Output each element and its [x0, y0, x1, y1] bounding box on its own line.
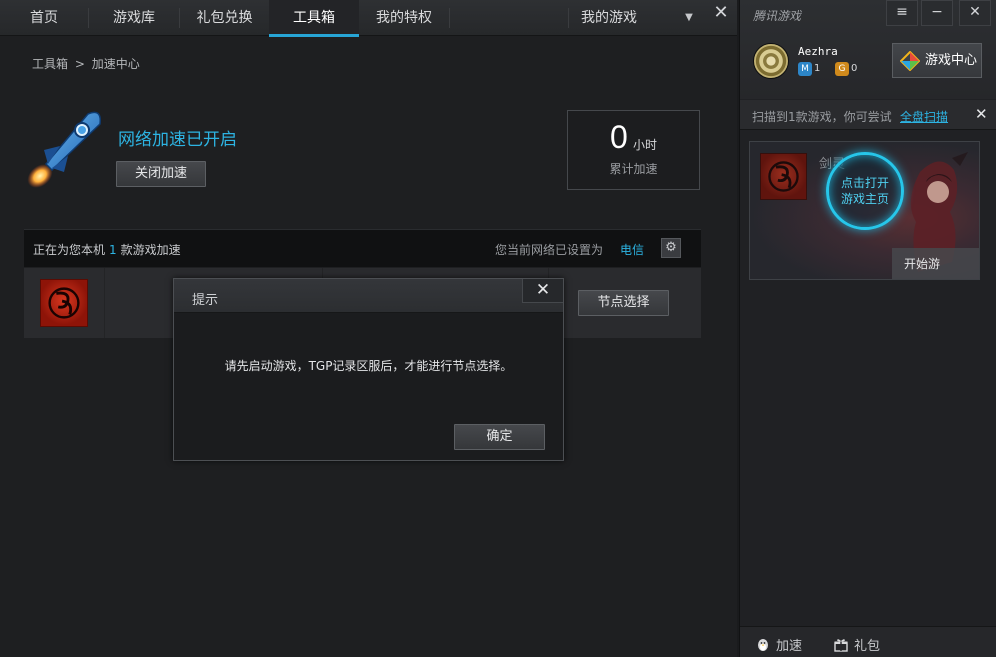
blade-and-soul-game-icon — [40, 279, 88, 327]
full-scan-link[interactable]: 全盘扫描 — [900, 108, 948, 125]
tab-gift-exchange[interactable]: 礼包兑换 — [180, 0, 269, 36]
disable-acceleration-button[interactable]: 关闭加速 — [116, 161, 206, 187]
avatar[interactable] — [753, 43, 789, 79]
node-select-button[interactable]: 节点选择 — [578, 290, 669, 316]
coin-value: 0 — [851, 63, 858, 74]
open-homepage-line2: 游戏主页 — [840, 192, 889, 206]
tab-game-library[interactable]: 游戏库 — [89, 0, 179, 36]
hours-label: 累计加速 — [609, 162, 658, 176]
nav-divider — [449, 8, 450, 28]
accumulated-hours-box: 0 小时 累计加速 — [567, 110, 700, 190]
hours-value: 0 — [610, 119, 628, 155]
tab-home[interactable]: 首页 — [0, 0, 88, 36]
dialog-title: 提示 — [192, 293, 219, 308]
accel-prefix: 正在为您本机 — [33, 243, 106, 257]
close-icon[interactable]: ✕ — [959, 0, 991, 26]
accel-suffix: 款游戏加速 — [120, 243, 181, 257]
penguin-icon — [758, 639, 768, 651]
close-icon[interactable]: ✕ — [708, 0, 734, 28]
start-game-button[interactable]: 开始游戏❯❯ — [892, 248, 979, 279]
footer-accelerate[interactable]: 加速 — [756, 635, 802, 654]
tab-my-games[interactable]: 我的游戏 — [569, 0, 649, 36]
sidebar: 腾讯游戏 ≡ − ✕ Aezhra M1 G0 游戏中心 扫描到1款游戏，你可尝… — [739, 0, 996, 657]
level-value: 1 — [814, 63, 821, 74]
coin-icon: G — [835, 62, 849, 76]
game-center-label: 游戏中心 — [925, 53, 978, 68]
sidebar-footer: 加速 礼包 — [740, 626, 996, 657]
open-game-homepage-button[interactable]: 点击打开 游戏主页 — [826, 152, 904, 230]
chevron-down-icon[interactable]: ▼ — [678, 0, 700, 36]
level-badge: M1 — [798, 62, 820, 76]
blade-and-soul-game-icon — [760, 153, 807, 200]
acceleration-status: 网络加速已开启 — [118, 130, 237, 150]
username[interactable]: Aezhra — [798, 45, 838, 58]
game-center-button[interactable]: 游戏中心 — [892, 43, 982, 78]
scan-notice: 扫描到1款游戏，你可尝试 全盘扫描 ✕ — [740, 100, 996, 130]
dialog-message: 请先启动游戏，TGP记录区服后，才能进行节点选择。 — [224, 359, 513, 373]
breadcrumb-current: 加速中心 — [91, 57, 140, 71]
gift-icon — [834, 639, 848, 652]
gear-icon[interactable]: ⚙ — [661, 238, 681, 258]
game-promo-card[interactable]: 剑灵 点击打开 游戏主页 开始游戏❯❯ — [749, 141, 980, 280]
rocket-icon — [27, 111, 101, 188]
coin-badge: G0 — [835, 62, 857, 76]
tab-my-privileges[interactable]: 我的特权 — [359, 0, 449, 36]
accelerating-games-text: 正在为您本机 1 款游戏加速 — [33, 241, 181, 258]
game-center-icon — [900, 51, 920, 71]
menu-icon[interactable]: ≡ — [886, 0, 918, 26]
isp-link[interactable]: 电信 — [620, 241, 644, 258]
sidebar-header: 腾讯游戏 ≡ − ✕ Aezhra M1 G0 游戏中心 — [740, 0, 996, 99]
network-setting-label: 您当前网络已设置为 — [495, 243, 604, 257]
footer-gifts-label: 礼包 — [854, 639, 881, 654]
breadcrumb-separator: > — [74, 57, 85, 71]
level-icon: M — [798, 62, 812, 76]
minimize-icon[interactable]: − — [921, 0, 953, 26]
close-icon[interactable]: ✕ — [522, 279, 563, 303]
breadcrumb: 工具箱 > 加速中心 — [32, 55, 143, 72]
main-panel: 首页 游戏库 礼包兑换 工具箱 我的特权 我的游戏 ▼ ✕ 工具箱 > 加速中心 — [0, 0, 737, 657]
ok-button[interactable]: 确定 — [454, 424, 545, 450]
breadcrumb-root[interactable]: 工具箱 — [32, 57, 68, 71]
accelerating-games-bar: 正在为您本机 1 款游戏加速 您当前网络已设置为 电信 ⚙ — [24, 229, 701, 267]
scan-text: 扫描到1款游戏，你可尝试 — [752, 110, 892, 124]
tgp-window: 首页 游戏库 礼包兑换 工具箱 我的特权 我的游戏 ▼ ✕ 工具箱 > 加速中心 — [0, 0, 996, 657]
tab-toolbox[interactable]: 工具箱 — [269, 0, 359, 37]
top-navigation: 首页 游戏库 礼包兑换 工具箱 我的特权 我的游戏 ▼ ✕ — [0, 0, 737, 37]
footer-gifts[interactable]: 礼包 — [834, 635, 880, 654]
hours-unit: 小时 — [633, 138, 658, 152]
open-homepage-line1: 点击打开 — [840, 176, 889, 190]
prompt-dialog: 提示 ✕ 请先启动游戏，TGP记录区服后，才能进行节点选择。 确定 — [173, 278, 564, 461]
cell-divider — [104, 268, 105, 338]
close-icon[interactable]: ✕ — [975, 105, 988, 123]
footer-accelerate-label: 加速 — [776, 639, 803, 654]
start-game-label: 开始游戏 — [904, 257, 941, 271]
brand-label: 腾讯游戏 — [753, 9, 802, 23]
accel-game-count: 1 — [109, 243, 117, 257]
dialog-header: 提示 ✕ — [174, 279, 563, 313]
